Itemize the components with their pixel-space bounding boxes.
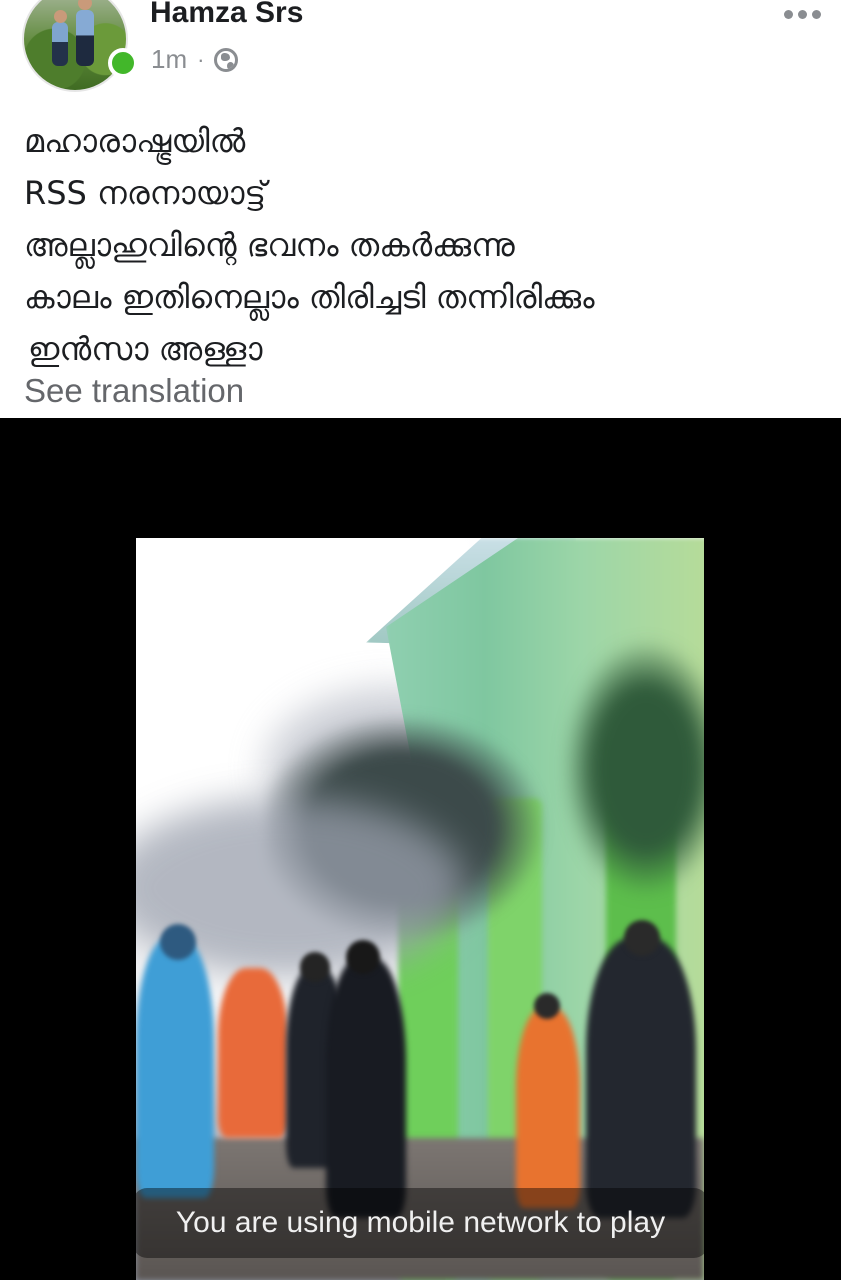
- mobile-network-notice: You are using mobile network to play: [133, 1188, 708, 1258]
- video-person-head: [624, 920, 660, 956]
- video-person-head: [300, 952, 330, 982]
- video-person-head: [160, 924, 196, 960]
- globe-icon: [214, 47, 239, 72]
- more-horizontal-icon: [798, 9, 807, 19]
- avatar-photo-head-left: [54, 10, 67, 23]
- video-player[interactable]: You are using mobile network to play: [0, 418, 841, 1280]
- video-person: [326, 958, 406, 1218]
- video-person: [586, 938, 696, 1218]
- post-time[interactable]: 1m: [151, 44, 187, 75]
- author-name[interactable]: Hamza Srs: [150, 0, 303, 30]
- avatar[interactable]: [22, 0, 128, 92]
- avatar-photo-child-right: [76, 10, 94, 66]
- online-status-dot: [108, 48, 138, 78]
- avatar-photo-head-right: [78, 0, 92, 10]
- post-meta: 1m ·: [151, 44, 239, 75]
- post-text-line: RSS നരനായാട്ട്: [24, 174, 267, 212]
- video-person-head: [534, 993, 560, 1019]
- video-person-head: [346, 940, 380, 974]
- post-text-line: മഹാരാഷ്ട്രയിൽ: [24, 122, 246, 160]
- more-horizontal-icon: [784, 9, 793, 19]
- mobile-network-notice-text: You are using mobile network to play: [175, 1206, 666, 1239]
- video-tree: [556, 628, 704, 908]
- see-translation-link[interactable]: See translation: [24, 372, 244, 410]
- post-body-text: മഹാരാഷ്ട്രയിൽ RSS നരനായാട്ട് അല്ലാഹുവിന്…: [24, 115, 824, 375]
- more-horizontal-icon: [812, 9, 821, 19]
- video-frame[interactable]: [136, 538, 704, 1280]
- more-options-button[interactable]: [784, 2, 821, 26]
- avatar-photo-child-left: [52, 22, 68, 66]
- video-person: [136, 938, 214, 1198]
- video-person: [218, 968, 288, 1138]
- video-person: [516, 1008, 580, 1208]
- meta-separator: ·: [197, 46, 205, 72]
- post-header: Hamza Srs 1m ·: [0, 0, 841, 100]
- post-text-line: കാലം ഇതിനെല്ലാം തിരിച്ചടി തന്നിരിക്കും: [24, 278, 595, 316]
- post-text-line: അല്ലാഹുവിന്റെ ഭവനം തകർക്കുന്നു: [24, 226, 515, 264]
- post-text-line: ഇൻസാ അള്ളാ: [28, 330, 263, 368]
